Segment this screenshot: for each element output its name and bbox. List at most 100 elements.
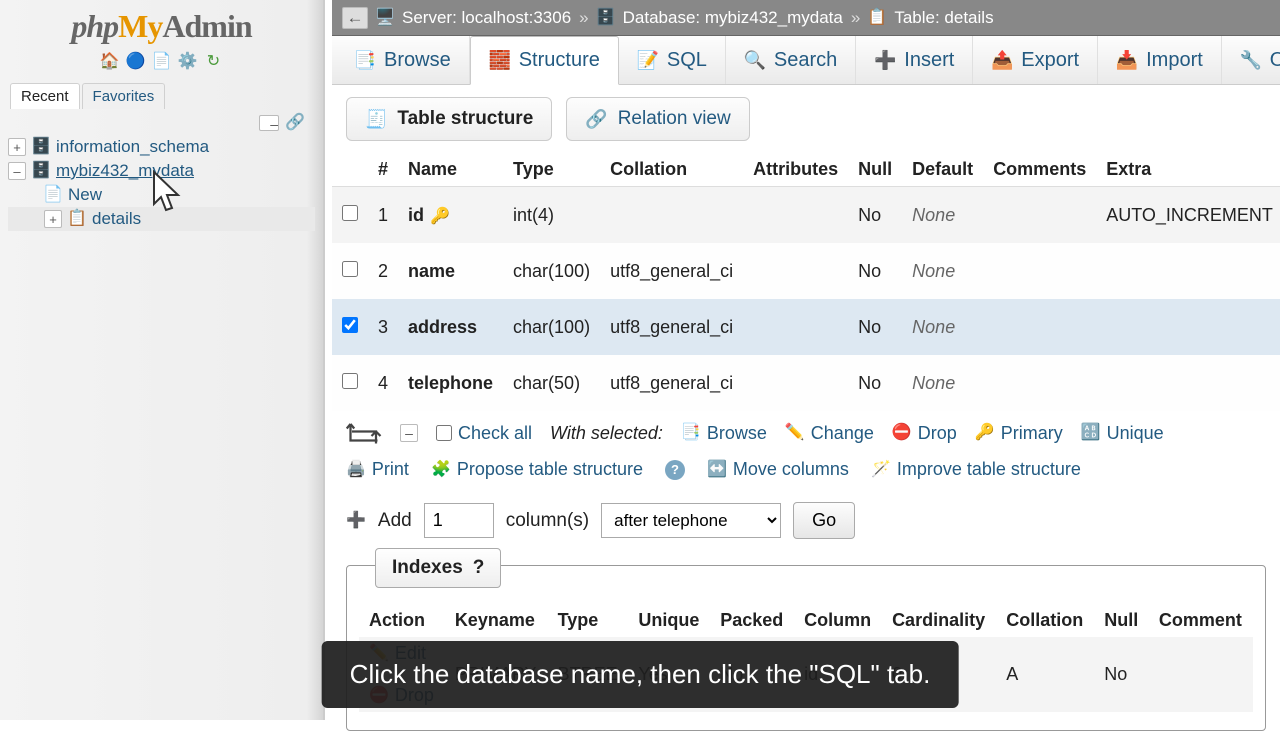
tab-sql[interactable]: 📝SQL [619,36,726,84]
columns-label: column(s) [506,510,589,532]
bulk-change[interactable]: ✏️Change [785,423,874,444]
move-columns-link[interactable]: ↔️Move columns [707,459,849,480]
search-icon: 🔍 [744,49,766,71]
table-icon: 📋 [868,9,886,27]
breadcrumb-server[interactable]: Server: localhost:3306 [402,8,571,28]
add-columns-row: ➕ Add column(s) after telephone Go [332,488,1280,553]
tab-browse[interactable]: 📑Browse [336,36,470,84]
primary-key-icon: 🔑 [430,209,450,225]
pencil-icon: ✏️ [785,425,805,441]
indexes-title[interactable]: Indexes? [375,548,501,588]
row-checkbox[interactable] [342,261,358,277]
unique-icon: 🔠 [1081,425,1101,441]
cell-comments [983,355,1096,411]
cell-extra [1096,243,1280,299]
collapse-icon[interactable]: – [400,424,418,442]
exit-icon[interactable]: 🔵 [125,51,147,73]
logo[interactable]: phpMyAdmin [0,0,323,45]
breadcrumb-table[interactable]: Table: details [894,8,993,28]
col-extra: Extra [1096,153,1280,187]
tab-recent[interactable]: Recent [10,83,80,109]
gear-icon[interactable]: ⚙️ [177,51,199,73]
database-icon: 🗄️ [597,9,615,27]
structure-icon: 🧱 [489,50,511,72]
bulk-primary[interactable]: 🔑Primary [975,423,1063,444]
cell-num: 2 [368,243,398,299]
cell-default: None [902,187,983,244]
move-icon: ↔️ [707,462,727,478]
bulk-actions: – Check all With selected: 📑Browse ✏️Cha… [332,411,1280,451]
expand-icon[interactable]: + [8,138,26,156]
tab-insert[interactable]: ➕Insert [856,36,973,84]
home-icon[interactable]: 🏠 [99,51,121,73]
add-label: Add [378,510,412,532]
breadcrumb-database[interactable]: Database: mybiz432_mydata [623,8,843,28]
select-arrow-icon [346,421,382,445]
row-checkbox[interactable] [342,205,358,221]
tree-node-details[interactable]: + 📋 details [8,207,315,231]
add-count-input[interactable] [424,503,494,538]
sub-tabs: 🧾Table structure 🔗Relation view [332,85,1280,153]
help-icon[interactable]: ? [473,557,485,579]
sql-icon[interactable]: 📄 [151,51,173,73]
propose-icon: 🧩 [431,462,451,478]
bulk-unique[interactable]: 🔠Unique [1081,423,1164,444]
cell-null: No [848,187,902,244]
cell-type: char(100) [503,243,600,299]
col-num: # [368,153,398,187]
nav-icons: 🏠 🔵 📄 ⚙️ ↻ [0,45,323,79]
cell-default: None [902,243,983,299]
tab-search[interactable]: 🔍Search [726,36,856,84]
sql-icon: 📝 [637,49,659,71]
table-row: 3addresschar(100)utf8_general_ciNoNone✏️… [332,299,1280,355]
relation-icon: 🔗 [585,109,607,130]
cell-name: telephone [398,355,503,411]
database-icon: 🗄️ [32,138,50,156]
col-comments: Comments [983,153,1096,187]
print-link[interactable]: 🖨️Print [346,459,409,480]
tree-node-information-schema[interactable]: + 🗄️ information_schema [8,135,315,159]
back-icon[interactable]: ← [342,7,368,29]
tree-node-mybiz432-mydata[interactable]: – 🗄️ mybiz432_mydata [8,159,315,183]
col-attributes: Attributes [743,153,848,187]
bulk-browse[interactable]: 📑Browse [681,423,767,444]
check-all[interactable]: Check all [436,423,532,444]
cell-name: address [398,299,503,355]
bulk-drop[interactable]: ⛔Drop [892,423,957,444]
cell-null: No [848,355,902,411]
collapse-icon[interactable]: – [8,162,26,180]
tab-favorites[interactable]: Favorites [82,83,166,109]
tab-export[interactable]: 📤Export [973,36,1098,84]
tab-import[interactable]: 📥Import [1098,36,1222,84]
cell-null: No [848,243,902,299]
improve-link[interactable]: 🪄Improve table structure [871,459,1081,480]
row-checkbox[interactable] [342,373,358,389]
row-checkbox[interactable] [342,317,358,333]
cell-extra [1096,355,1280,411]
add-go-button[interactable]: Go [793,502,855,539]
expand-icon[interactable]: + [44,210,62,228]
add-position-select[interactable]: after telephone [601,503,781,538]
subtab-relation-view[interactable]: 🔗Relation view [566,97,749,141]
with-selected-label: With selected: [550,423,663,444]
link-icon[interactable]: 🔗 [285,115,305,131]
propose-link[interactable]: 🧩Propose table structure [431,459,643,480]
cell-type: char(50) [503,355,600,411]
col-type: Type [503,153,600,187]
wand-icon: 🪄 [871,462,891,478]
tab-structure[interactable]: 🧱Structure [470,36,619,85]
reload-icon[interactable]: ↻ [203,51,225,73]
table-icon: 📋 [68,210,86,228]
cell-num: 1 [368,187,398,244]
export-icon: 📤 [991,49,1013,71]
cell-default: None [902,355,983,411]
cell-default: None [902,299,983,355]
subtab-table-structure[interactable]: 🧾Table structure [346,97,552,141]
main: ← 🖥️ Server: localhost:3306 » 🗄️ Databas… [332,0,1280,720]
help-icon[interactable]: ? [665,460,685,480]
cell-collation: utf8_general_ci [600,299,743,355]
key-icon: 🔑 [975,425,995,441]
tree-node-new[interactable]: 📄 New [8,183,315,207]
collapse-all-icon[interactable]: – [259,115,279,131]
tab-operations[interactable]: 🔧Ope [1222,36,1280,84]
